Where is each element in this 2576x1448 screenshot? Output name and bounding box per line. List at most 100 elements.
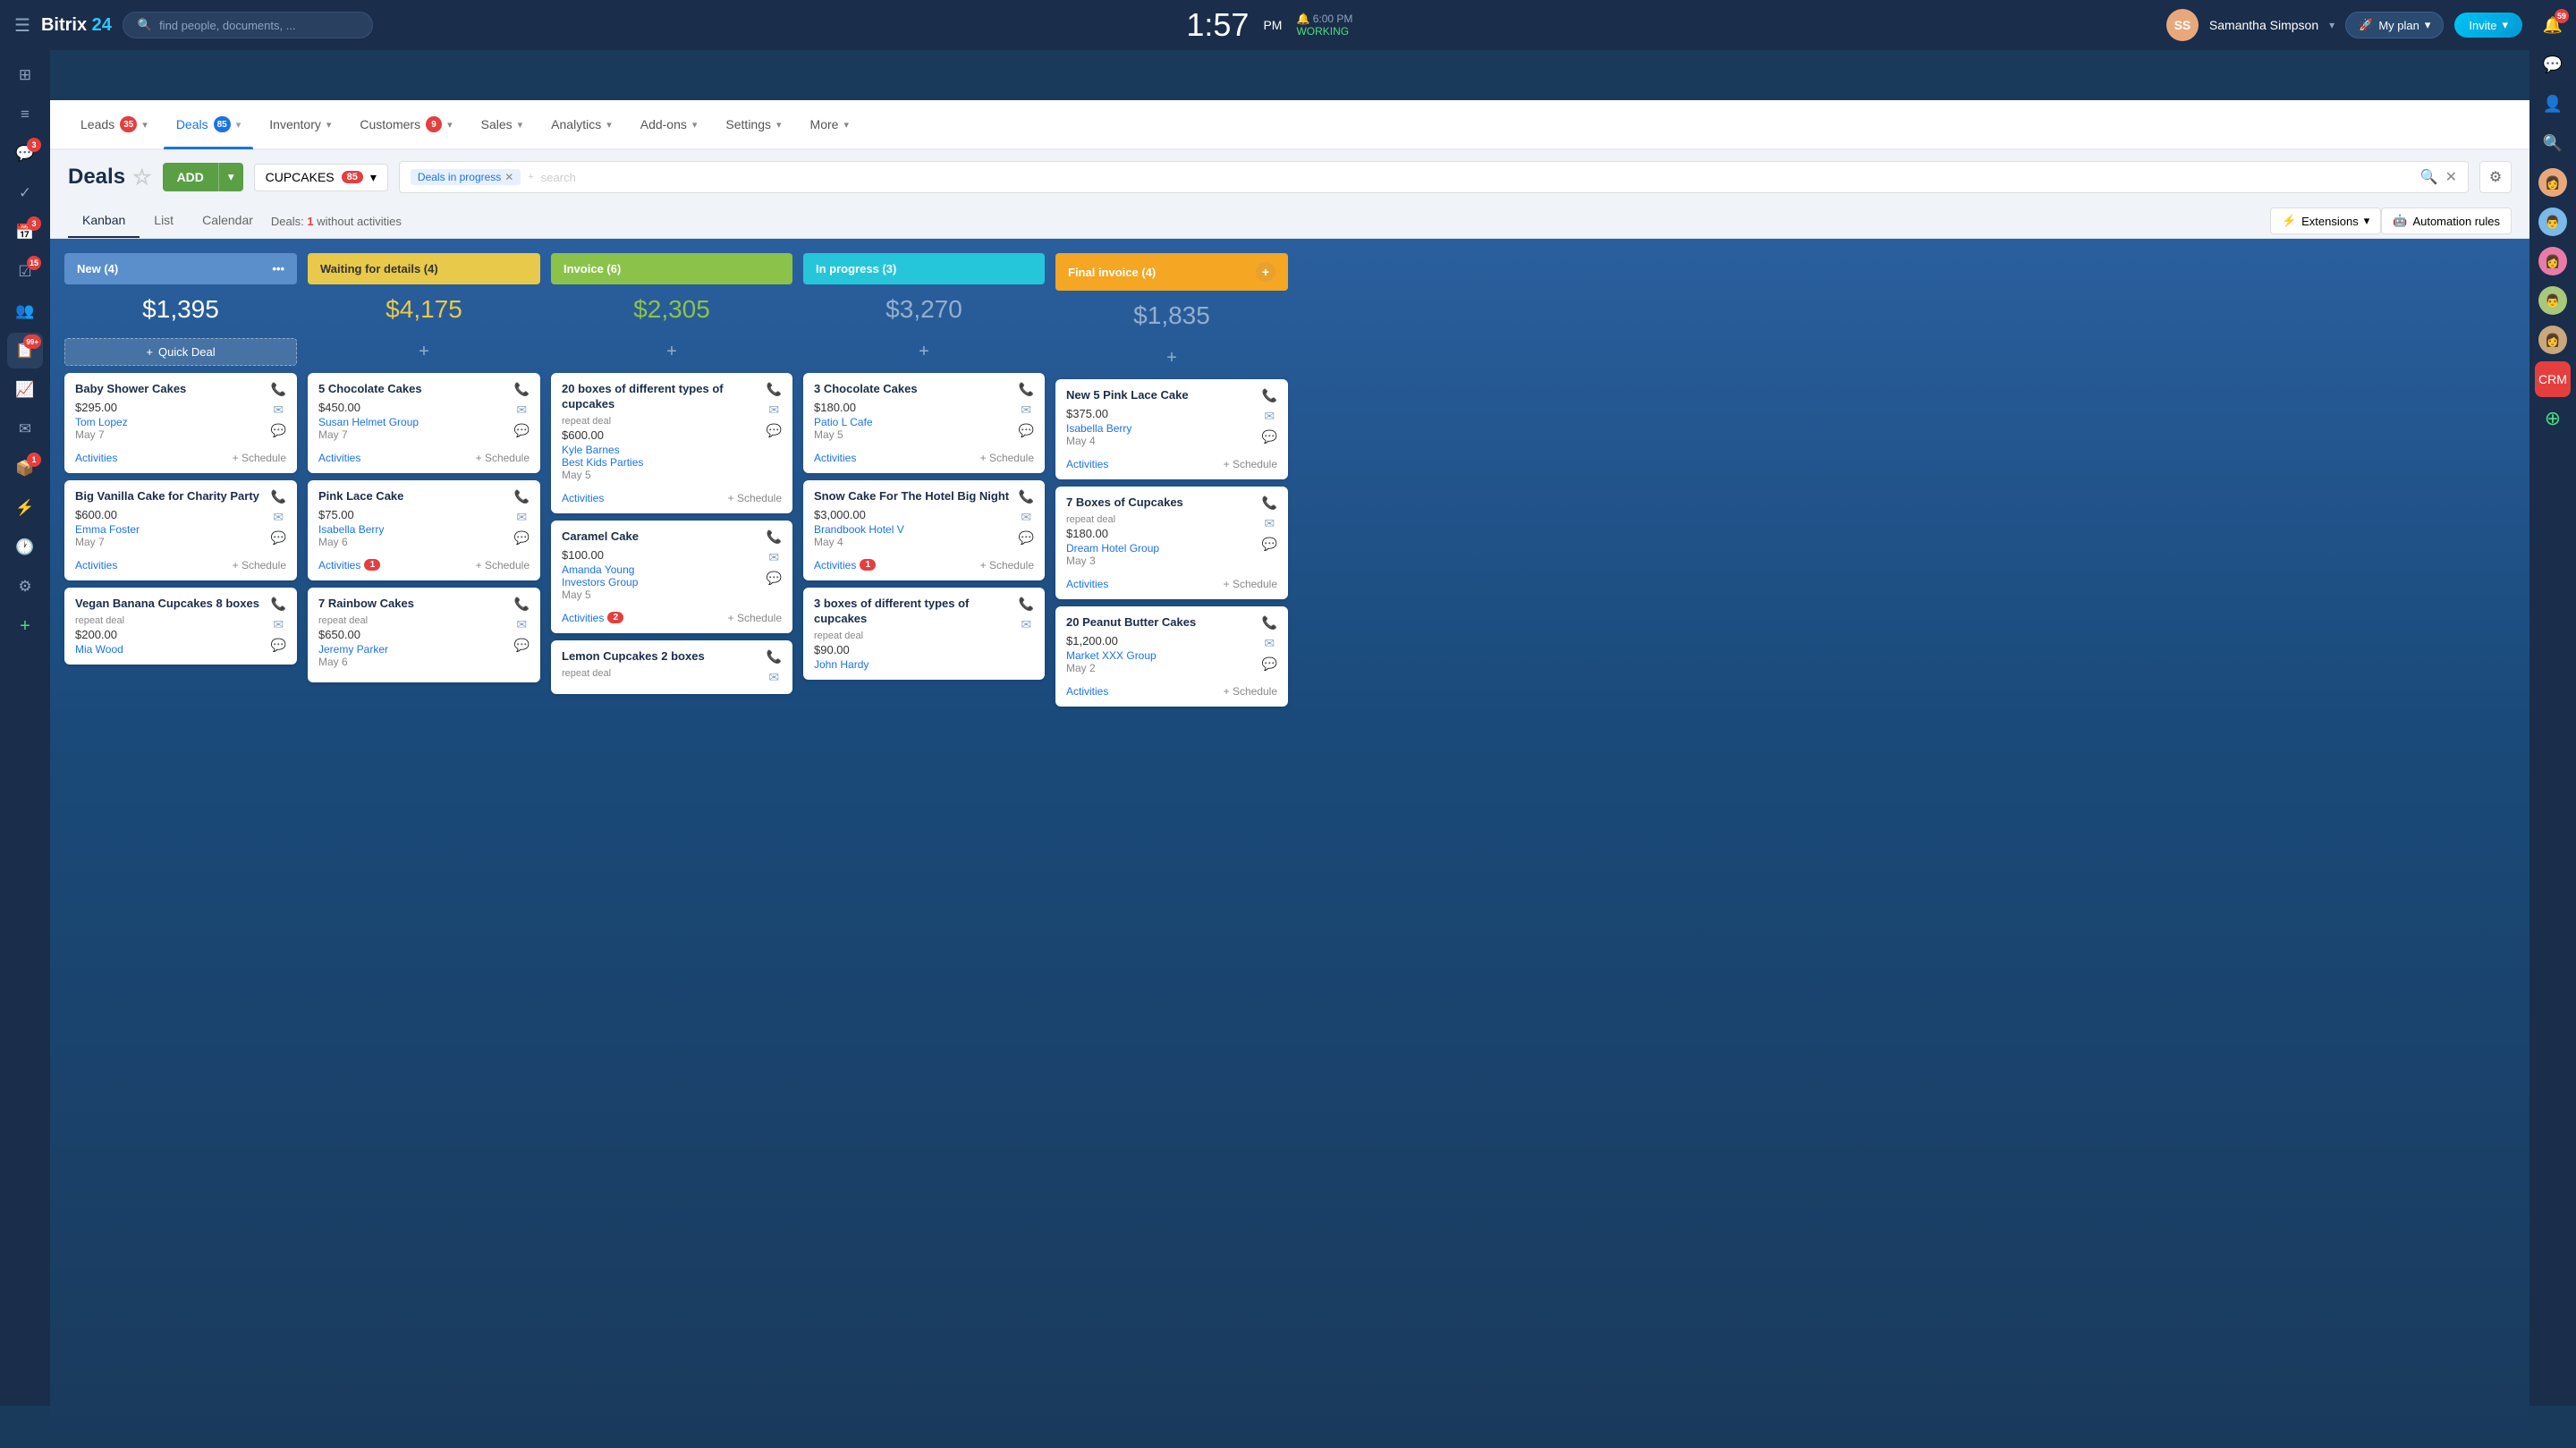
nav-customers[interactable]: Customers 9 ▾ xyxy=(347,99,464,149)
rs-plus-icon[interactable]: ⊕ xyxy=(2535,401,2571,436)
sidebar-item-feed[interactable]: ≡ xyxy=(7,97,43,132)
deal-card-peanut-butter[interactable]: 20 Peanut Butter Cakes $1,200.00 Market … xyxy=(1055,606,1288,707)
deal-contact[interactable]: Emma Foster xyxy=(75,523,271,536)
sidebar-item-crm[interactable]: 📋 99+ xyxy=(7,333,43,368)
email-icon[interactable]: ✉ xyxy=(273,402,284,418)
notifications-icon[interactable]: 🔔 59 xyxy=(2535,7,2571,43)
tab-calendar[interactable]: Calendar xyxy=(188,204,267,238)
sidebar-item-chat[interactable]: 💬 3 xyxy=(7,136,43,172)
deal-contact[interactable]: Kyle Barnes xyxy=(562,444,767,456)
quick-deal-button[interactable]: + Quick Deal xyxy=(64,338,297,366)
nav-sales[interactable]: Sales ▾ xyxy=(469,99,536,149)
email-icon[interactable]: ✉ xyxy=(516,510,527,525)
comment-icon[interactable]: 💬 xyxy=(271,423,286,438)
rs-crm-icon[interactable]: CRM xyxy=(2535,361,2571,397)
nav-analytics[interactable]: Analytics ▾ xyxy=(538,99,624,149)
activities-link[interactable]: Activities xyxy=(1066,578,1108,590)
email-icon[interactable]: ✉ xyxy=(768,550,779,565)
deals-favorite-star[interactable]: ☆ xyxy=(132,165,152,191)
deal-card-new5-pink[interactable]: New 5 Pink Lace Cake $375.00 Isabella Be… xyxy=(1055,379,1288,479)
deal-contact[interactable]: Tom Lopez xyxy=(75,416,271,428)
schedule-link[interactable]: + Schedule xyxy=(476,452,530,464)
sidebar-item-clock[interactable]: 🕐 xyxy=(7,529,43,565)
filter-tag-close[interactable]: ✕ xyxy=(504,171,513,183)
messages-icon[interactable]: 💬 xyxy=(2535,47,2571,82)
settings-dropdown[interactable]: ▾ xyxy=(776,119,782,131)
hamburger-menu[interactable]: ☰ xyxy=(14,14,30,37)
deal-contact[interactable]: Jeremy Parker xyxy=(318,643,514,656)
user-dropdown-icon[interactable]: ▾ xyxy=(2329,19,2334,31)
deal-contact[interactable]: Mia Wood xyxy=(75,643,271,656)
phone-icon[interactable]: 📞 xyxy=(1262,615,1277,631)
activities-link[interactable]: Activities 1 xyxy=(318,559,380,572)
rs-avatar-3[interactable]: 👩 xyxy=(2535,243,2571,279)
schedule-link[interactable]: + Schedule xyxy=(476,559,530,572)
extensions-dropdown[interactable]: ▾ xyxy=(2364,214,2370,228)
deal-card-vanilla-cake[interactable]: Big Vanilla Cake for Charity Party $600.… xyxy=(64,480,297,580)
activities-link[interactable]: Activities xyxy=(1066,458,1108,470)
deal-card-vegan-banana[interactable]: Vegan Banana Cupcakes 8 boxes repeat dea… xyxy=(64,588,297,665)
rs-avatar-5[interactable]: 👩 xyxy=(2535,322,2571,358)
column-menu-new[interactable]: ••• xyxy=(272,262,284,275)
deal-contact2[interactable]: Investors Group xyxy=(562,576,767,589)
deal-contact[interactable]: Isabella Berry xyxy=(1066,422,1262,435)
deal-contact[interactable]: John Hardy xyxy=(814,658,1019,671)
nav-addons[interactable]: Add-ons ▾ xyxy=(628,99,710,149)
add-deal-final-invoice[interactable]: + xyxy=(1055,344,1288,372)
phone-icon[interactable]: 📞 xyxy=(767,649,782,665)
activities-link[interactable]: Activities xyxy=(75,452,117,464)
nav-settings[interactable]: Settings ▾ xyxy=(713,99,793,149)
comment-icon[interactable]: 💬 xyxy=(514,638,530,653)
search-clear-btn[interactable]: ✕ xyxy=(2445,168,2457,186)
add-deal-waiting[interactable]: + xyxy=(308,338,540,366)
search-filter-bar[interactable]: Deals in progress ✕ + search 🔍 ✕ xyxy=(399,161,2469,193)
tab-list[interactable]: List xyxy=(140,204,188,238)
sidebar-item-box[interactable]: 📦 1 xyxy=(7,451,43,487)
email-icon[interactable]: ✉ xyxy=(1021,617,1031,632)
activities-link[interactable]: Activities xyxy=(318,452,360,464)
deal-card-5-choc[interactable]: 5 Chocolate Cakes $450.00 Susan Helmet G… xyxy=(308,373,540,473)
search-bar[interactable]: 🔍 find people, documents, ... xyxy=(123,12,373,38)
activities-link[interactable]: Activities 2 xyxy=(562,612,623,624)
column-add-final[interactable]: + xyxy=(1256,262,1275,282)
schedule-link[interactable]: + Schedule xyxy=(1224,458,1277,470)
deal-card-3boxes-cupcakes[interactable]: 3 boxes of different types of cupcakes r… xyxy=(803,588,1045,680)
comment-icon[interactable]: 💬 xyxy=(1262,656,1277,672)
email-icon[interactable]: ✉ xyxy=(1264,516,1275,531)
phone-icon[interactable]: 📞 xyxy=(767,382,782,397)
deal-card-caramel[interactable]: Caramel Cake $100.00 Amanda Young Invest… xyxy=(551,521,792,633)
cupcakes-filter-dropdown[interactable]: ▾ xyxy=(370,170,377,185)
add-deal-invoice[interactable]: + xyxy=(551,338,792,366)
activities-link[interactable]: Activities xyxy=(1066,685,1108,698)
activities-link[interactable]: Activities xyxy=(75,559,117,572)
nav-more[interactable]: More ▾ xyxy=(798,99,861,149)
deal-contact[interactable]: Susan Helmet Group xyxy=(318,416,514,428)
phone-icon[interactable]: 📞 xyxy=(271,597,286,612)
sidebar-item-settings[interactable]: ⚙ xyxy=(7,569,43,605)
sidebar-item-home[interactable]: ⊞ xyxy=(7,57,43,93)
deal-card-snow-cake[interactable]: Snow Cake For The Hotel Big Night $3,000… xyxy=(803,480,1045,580)
sales-dropdown[interactable]: ▾ xyxy=(518,119,523,131)
deal-card-20boxes[interactable]: 20 boxes of different types of cupcakes … xyxy=(551,373,792,513)
schedule-link[interactable]: + Schedule xyxy=(728,612,782,624)
email-icon[interactable]: ✉ xyxy=(273,617,284,632)
schedule-link[interactable]: + Schedule xyxy=(233,559,286,572)
comment-icon[interactable]: 💬 xyxy=(271,638,286,653)
deal-card-7boxes[interactable]: 7 Boxes of Cupcakes repeat deal $180.00 … xyxy=(1055,487,1288,599)
email-icon[interactable]: ✉ xyxy=(1264,409,1275,424)
email-icon[interactable]: ✉ xyxy=(1021,510,1031,525)
phone-icon[interactable]: 📞 xyxy=(1262,388,1277,403)
rs-avatar-2[interactable]: 👨 xyxy=(2535,204,2571,240)
add-deal-in-progress[interactable]: + xyxy=(803,338,1045,366)
nav-inventory[interactable]: Inventory ▾ xyxy=(257,99,343,149)
deal-contact[interactable]: Dream Hotel Group xyxy=(1066,542,1262,555)
phone-icon[interactable]: 📞 xyxy=(1019,382,1034,397)
email-icon[interactable]: ✉ xyxy=(768,402,779,418)
phone-icon[interactable]: 📞 xyxy=(1019,597,1034,612)
search-icon-btn[interactable]: 🔍 xyxy=(2420,168,2438,186)
deal-card-baby-shower[interactable]: Baby Shower Cakes $295.00 Tom Lopez May … xyxy=(64,373,297,473)
tab-kanban[interactable]: Kanban xyxy=(68,204,140,238)
deal-contact[interactable]: Market XXX Group xyxy=(1066,649,1262,662)
schedule-link[interactable]: + Schedule xyxy=(728,492,782,504)
email-icon[interactable]: ✉ xyxy=(768,670,779,685)
